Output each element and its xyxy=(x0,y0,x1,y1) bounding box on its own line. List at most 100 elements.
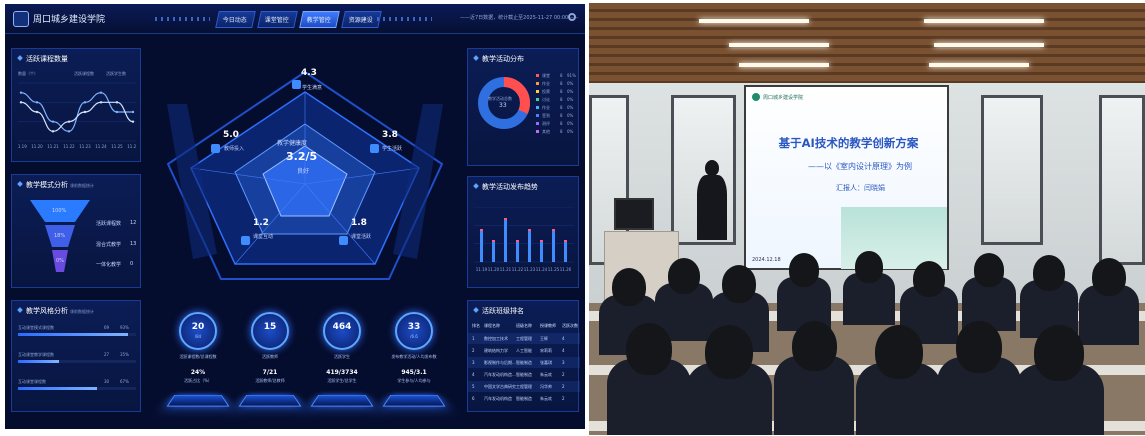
ceiling-light xyxy=(934,43,1044,47)
audience-head xyxy=(973,253,1005,287)
kpi-value: 24% xyxy=(190,369,206,376)
tick-label: 11.25 xyxy=(548,267,560,272)
data-point xyxy=(19,101,23,104)
kpi-value: 945/3.1 xyxy=(401,369,427,376)
tick-label: 11.23 xyxy=(79,144,91,149)
kpi-circle: 464 xyxy=(323,312,361,350)
table-row[interactable]: 4 汽车发动机构造... 智能制造 朱云欢 2 xyxy=(468,369,580,380)
audience-head xyxy=(955,321,1003,373)
kpi-platform xyxy=(382,395,446,407)
kpi-circle: 33/6.6 xyxy=(395,312,433,350)
legend-swatch xyxy=(536,130,539,133)
panel-title: 教学模式分析 课前数据统计 xyxy=(17,180,94,190)
data-point xyxy=(19,91,23,94)
mode-label: 一体化教学 xyxy=(96,262,122,268)
legend-value: 8 xyxy=(560,113,563,118)
style-pct: 93% xyxy=(120,325,129,330)
dashboard-header: 周口城乡建设学院 今日动态 课堂管控 教学管控 资源建设 ——近7日数据，统计截… xyxy=(5,4,585,34)
table-cell: 建筑结构力学 xyxy=(484,348,508,353)
mode-label: 活跃课程数 xyxy=(96,221,122,227)
kpi-value: 7/21 xyxy=(262,369,278,376)
kpi-number: 20 xyxy=(191,322,205,332)
tab-resources[interactable]: 资源建设 xyxy=(341,11,382,28)
logo-icon xyxy=(13,11,29,27)
funnel-pct: 100% xyxy=(52,208,67,214)
data-point xyxy=(83,110,87,114)
slide-org: 周口城乡建设学院 xyxy=(763,95,804,101)
table-cell: 5 xyxy=(472,384,475,389)
window xyxy=(1099,95,1145,265)
kpi-card: 464 活跃学生 419/3734 活跃学生/总学生 xyxy=(309,304,375,422)
tick-label: 11.19 xyxy=(18,144,27,149)
ceiling-light xyxy=(699,19,809,23)
data-point xyxy=(35,101,39,104)
legend-swatch xyxy=(536,98,539,101)
monitor xyxy=(614,198,654,230)
legend-swatch xyxy=(536,114,539,117)
bar xyxy=(540,240,543,262)
kpi-label: 活跃学生 xyxy=(334,354,350,359)
tab-classroom[interactable]: 课堂管控 xyxy=(257,11,298,28)
kpi-platform xyxy=(238,395,302,407)
bar xyxy=(516,240,519,262)
kpi-value: 419/3734 xyxy=(326,369,358,376)
table-cell: 智能制造 xyxy=(516,372,532,377)
data-point xyxy=(67,120,71,123)
projection-screen: 周口城乡建设学院 基于AI技术的教学创新方案 ——以《室内设计原理》为例 汇报人… xyxy=(744,85,949,270)
table-cell: 4 xyxy=(472,372,475,377)
data-point xyxy=(131,110,135,114)
table-row[interactable]: 2 建筑结构力学 人工智能 宋莉莉 4 xyxy=(468,345,580,356)
kpi-label: 活跃教师 xyxy=(262,354,278,359)
audience-head xyxy=(912,261,946,297)
audience-head xyxy=(874,325,924,379)
settings-icon[interactable] xyxy=(568,13,576,21)
table-header: 排名 xyxy=(472,323,480,328)
kpi-label-secondary: 活跃教师/总教师 xyxy=(255,378,285,383)
tick-label: 11.26 xyxy=(560,267,572,272)
data-point xyxy=(99,91,103,94)
legend-pct: 0% xyxy=(567,121,574,126)
ceiling-light xyxy=(929,63,1029,67)
table-cell: 工程管理 xyxy=(516,384,532,389)
tab-teaching[interactable]: 教学管控 xyxy=(299,11,340,28)
table-cell: 张嘉琪 xyxy=(540,360,552,365)
legend-name: 测评 xyxy=(542,121,550,126)
table-row[interactable]: 3 影视制作与后期... 智能制造 张嘉琪 3 xyxy=(468,357,580,368)
table-header: 班级名称 xyxy=(516,323,532,328)
tab-today[interactable]: 今日动态 xyxy=(215,11,256,28)
metric-label: 课堂互动 xyxy=(253,234,274,240)
table-row[interactable]: 5 中国文学古典研究 工程管理 冯华帅 2 xyxy=(468,381,580,392)
bar xyxy=(504,218,507,262)
book-icon xyxy=(339,236,348,245)
teaching-dashboard: 周口城乡建设学院 今日动态 课堂管控 教学管控 资源建设 ——近7日数据，统计截… xyxy=(5,4,585,429)
kpi-number: 464 xyxy=(332,322,352,332)
slide-reporter: 汇报人：闫晓娟 xyxy=(836,184,885,192)
table-cell: 6 xyxy=(472,396,475,401)
health-rating: 良好 xyxy=(297,168,310,175)
legend-b: 活跃学生数 xyxy=(106,71,126,76)
data-point xyxy=(67,130,71,133)
slide-title: 基于AI技术的教学创新方案 xyxy=(778,136,919,150)
table-row[interactable]: 1 数控加工技术 工程管理 王辉 4 xyxy=(468,333,580,344)
data-point xyxy=(83,101,87,104)
tick-label: 11.25 xyxy=(111,144,123,149)
tick-label: 11.20 xyxy=(31,144,43,149)
bar xyxy=(492,240,495,262)
audience-head xyxy=(854,251,884,283)
bar-cap xyxy=(528,229,531,231)
audience-head xyxy=(791,321,837,371)
progress-track xyxy=(18,387,136,390)
tick-label: 11.21 xyxy=(47,144,59,149)
audience-head xyxy=(1033,325,1085,381)
activity-trend-panel: 教学活动发布趋势 11.19 11.20 11.21 11.22 11.23 11.24 1… xyxy=(467,176,579,288)
mode-value: 13 xyxy=(130,241,137,247)
legend-name: 课堂 xyxy=(542,73,550,78)
kpi-number: 15 xyxy=(263,322,277,332)
table-row[interactable]: 6 汽车发动机构造 智能制造 朱云欢 2 xyxy=(468,393,580,404)
table-cell: 汽车发动机构造 xyxy=(484,396,512,401)
style-label: 互动课堂课程数 xyxy=(18,379,46,384)
legend-pct: 0% xyxy=(567,113,574,118)
kpi-circle: 15 xyxy=(251,312,289,350)
legend-pct: 0% xyxy=(567,129,574,134)
legend-pct: 0% xyxy=(567,105,574,110)
